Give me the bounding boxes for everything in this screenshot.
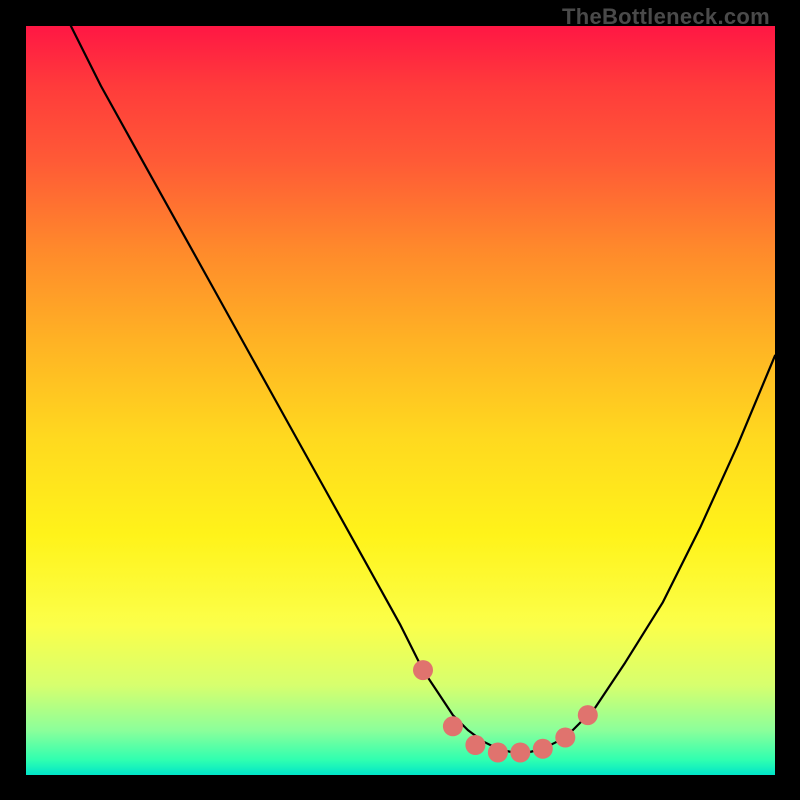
plot-area (26, 26, 775, 775)
target-dot (555, 728, 575, 748)
chart-frame: TheBottleneck.com (0, 0, 800, 800)
curve-overlay (26, 26, 775, 775)
target-band-dots (413, 660, 598, 762)
target-dot (578, 705, 598, 725)
target-dot (488, 743, 508, 763)
target-dot (465, 735, 485, 755)
target-dot (443, 716, 463, 736)
target-dot (533, 739, 553, 759)
target-dot (413, 660, 433, 680)
bottleneck-curve (71, 26, 775, 753)
target-dot (510, 743, 530, 763)
